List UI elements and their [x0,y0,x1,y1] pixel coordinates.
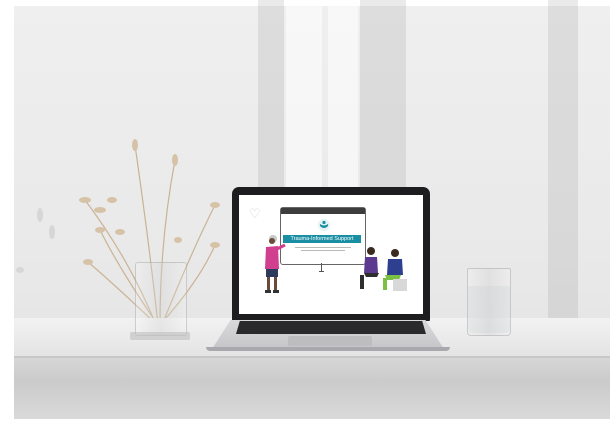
laptop-front-lip [206,347,450,351]
photo-scene: ♡ Trauma-Informed Support [0,0,610,425]
drinking-glass [467,268,511,336]
vase-base [130,332,190,340]
desk-front [14,356,610,419]
glass-vase [135,262,187,336]
presenter-figure [265,235,286,293]
slide-title: Trauma-Informed Support [290,236,354,242]
hand-heart-logo-icon [318,219,330,231]
laptop-keyboard [236,321,426,334]
seated-audience-figures [360,247,407,291]
slide-body-lines [295,247,351,253]
board-header-strip [281,208,365,214]
laptop-trackpad [288,336,372,346]
laptop-screen: ♡ Trauma-Informed Support [239,195,423,314]
presentation-board: Trauma-Informed Support [280,207,366,265]
board-stand-foot [319,271,324,272]
slide-title-bar: Trauma-Informed Support [283,235,361,243]
desk-edge [14,356,610,358]
heart-outline-icon: ♡ [249,206,261,221]
